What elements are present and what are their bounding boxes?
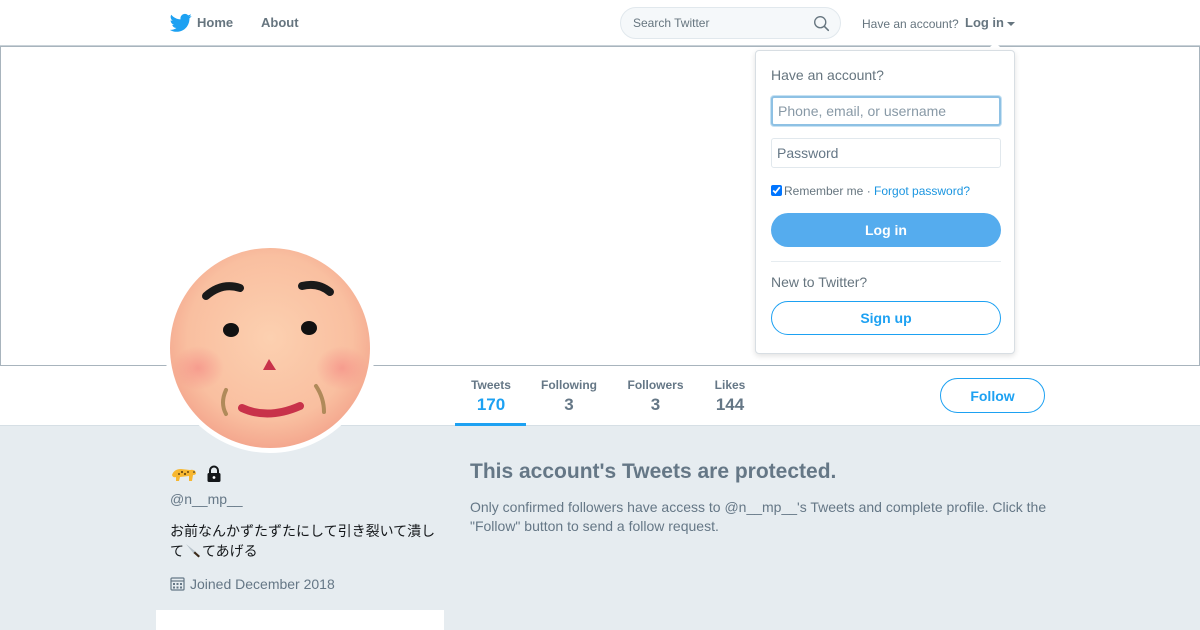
active-tab-underline [455, 423, 526, 426]
nav-home-link[interactable]: Home [197, 15, 233, 30]
lock-icon [207, 465, 221, 483]
stat-value: 3 [650, 395, 661, 414]
bio-text-end: てあげる [202, 543, 258, 559]
search-icon[interactable] [813, 15, 830, 32]
remember-me-row: Remember me · Forgot password? [771, 184, 970, 198]
stat-value: 144 [715, 395, 745, 414]
stat-followers[interactable]: Followers 3 [627, 378, 684, 415]
protected-description: Only confirmed followers have access to … [470, 499, 1047, 534]
login-button[interactable]: Log in [771, 213, 1001, 247]
avatar-face-image [170, 248, 370, 448]
search-box[interactable] [620, 7, 841, 39]
separator-dot: · [863, 184, 875, 198]
login-dropdown-toggle[interactable]: Log in [965, 15, 1015, 30]
stat-tweets[interactable]: Tweets 170 [470, 378, 512, 415]
leopard-emoji-icon [172, 469, 196, 482]
profile-bio: お前なんかずたずたにして引き裂いて潰して てあげる [170, 521, 440, 561]
new-to-twitter-text: New to Twitter? [771, 274, 868, 290]
caret-down-icon [1007, 21, 1015, 26]
knife-emoji-icon [186, 544, 200, 558]
login-dropdown-title: Have an account? [771, 67, 884, 83]
remember-me-checkbox[interactable] [771, 185, 782, 196]
side-card [156, 610, 444, 630]
stat-label: Following [541, 378, 597, 392]
protected-title: This account's Tweets are protected. [470, 460, 837, 483]
forgot-password-link[interactable]: Forgot password? [874, 184, 970, 198]
dropdown-divider [771, 261, 1001, 262]
login-dropdown: Have an account? Remember me · Forgot pa… [755, 50, 1015, 354]
joined-text: Joined December 2018 [190, 576, 335, 592]
profile-name [170, 463, 223, 487]
signup-button[interactable]: Sign up [771, 301, 1001, 335]
stat-label: Followers [627, 378, 684, 392]
remember-me-label[interactable]: Remember me [784, 184, 863, 198]
top-navigation-bar: Home About Have an account? Log in [0, 0, 1200, 46]
search-input[interactable] [633, 16, 803, 30]
profile-handle[interactable]: @n__mp__ [170, 491, 243, 507]
stat-label: Likes [714, 378, 746, 392]
stat-value: 3 [564, 395, 574, 414]
password-input[interactable] [771, 138, 1001, 168]
username-input[interactable] [771, 96, 1001, 126]
stat-likes[interactable]: Likes 144 [714, 378, 746, 415]
login-toggle-label: Log in [965, 15, 1004, 30]
dropdown-arrow [987, 42, 1003, 50]
follow-button[interactable]: Follow [940, 378, 1045, 413]
nav-about-link[interactable]: About [261, 15, 299, 30]
profile-avatar[interactable] [165, 243, 375, 453]
have-account-text: Have an account? [862, 17, 959, 31]
twitter-bird-icon[interactable] [170, 13, 192, 33]
calendar-icon [170, 577, 185, 591]
stat-following[interactable]: Following 3 [541, 378, 597, 415]
stat-value: 170 [476, 395, 506, 414]
joined-date: Joined December 2018 [170, 576, 335, 592]
stat-label: Tweets [471, 378, 511, 392]
